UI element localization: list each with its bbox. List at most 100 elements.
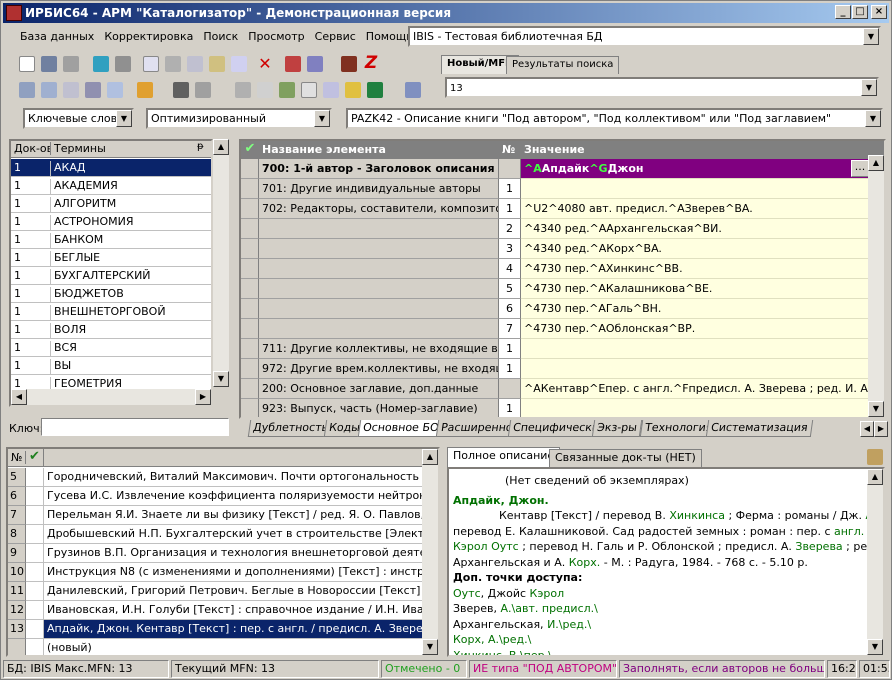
menu-service[interactable]: Сервис [310, 26, 361, 48]
record-row[interactable]: 5 Городничевский, Виталий Максимович. Поч… [8, 468, 422, 487]
record-checkbox[interactable] [26, 468, 44, 487]
field-value[interactable]: ^4730 пер.^AОблонская^BР. [521, 319, 869, 339]
tab-2[interactable]: Основное БО [357, 420, 444, 437]
terms-row[interactable]: 1 АКАД [11, 159, 211, 177]
terms-row[interactable]: 1 БЕГЛЫЕ [11, 249, 211, 267]
record-checkbox[interactable] [26, 601, 44, 620]
field-value[interactable]: ^4730 пер.^AХинкинс^BВ. [521, 259, 869, 279]
arrow-right-icon[interactable] [115, 56, 131, 72]
field-row-gutter[interactable] [241, 179, 259, 199]
worksheet-select[interactable]: PAZK42 - Описание книги "Под автором", "… [346, 108, 883, 129]
field-value[interactable]: ^AАпдайк^GДжон [521, 159, 869, 179]
field-value[interactable] [521, 179, 869, 199]
field-value[interactable] [521, 399, 869, 417]
terms-row[interactable]: 1 БЮДЖЕТОВ [11, 285, 211, 303]
pages-icon[interactable] [257, 82, 273, 98]
records-header-num[interactable]: № [8, 451, 26, 464]
record-checkbox[interactable] [26, 487, 44, 506]
field-row[interactable]: 7 ^4730 пер.^AОблонская^BР. [241, 319, 884, 339]
field-value[interactable]: ^4340 ред.^AАрхангельская^BИ. [521, 219, 869, 239]
field-row[interactable]: 701: Другие индивидуальные авторы 1 [241, 179, 884, 199]
field-row-gutter[interactable] [241, 159, 259, 179]
tab-linked-docs[interactable]: Связанные док-ты (НЕТ) [549, 449, 702, 467]
fields-vscroll[interactable]: ▲ ▼ [868, 155, 884, 417]
record-row[interactable]: 8 Дробышевский Н.П. Бухгалтерский учет в … [8, 525, 422, 544]
linked-term[interactable]: Кэрол [530, 587, 565, 600]
linked-term[interactable]: Кэрол Оутс [453, 540, 519, 553]
arrow-down-icon[interactable]: ▼ [868, 401, 884, 417]
arrow-left-icon[interactable]: ◀ [11, 389, 27, 405]
record-row[interactable]: 6 Гусева И.С. Извлечение коэффициента пол… [8, 487, 422, 506]
record-checkbox[interactable] [26, 525, 44, 544]
terms-row[interactable]: 1 ВЫ [11, 357, 211, 375]
chevron-down-icon[interactable]: ▼ [863, 28, 879, 45]
tab-7[interactable]: Систематизация [705, 420, 813, 437]
chevron-down-icon[interactable]: ▼ [314, 110, 330, 127]
terms-hscroll[interactable]: ◀ ▶ [11, 389, 211, 405]
record-checkbox[interactable] [26, 563, 44, 582]
key-input[interactable] [41, 418, 229, 436]
fields-header-value[interactable]: Значение [521, 143, 821, 156]
new-doc-icon[interactable] [19, 56, 35, 72]
optimization-select[interactable]: Оптимизированный ▼ [146, 108, 332, 129]
field-value[interactable]: ^4730 пер.^AКалашникова^BЕ. [521, 279, 869, 299]
field-row[interactable]: 700: 1-й автор - Заголовок описания ^AАпд… [241, 159, 884, 179]
maximize-button[interactable]: □ [852, 5, 868, 19]
comment-icon[interactable] [19, 82, 35, 98]
field-value[interactable]: ^4340 ред.^AКорх^BA. [521, 239, 869, 259]
field-row[interactable]: 5 ^4730 пер.^AКалашникова^BЕ. [241, 279, 884, 299]
terms-row[interactable]: 1 БУХГАЛТЕРСКИЙ [11, 267, 211, 285]
copy-icon[interactable] [143, 56, 159, 72]
arrow-down-icon[interactable]: ▼ [213, 371, 229, 387]
record-row[interactable]: 12 Ивановская, И.Н. Голуби [Текст] : спра… [8, 601, 422, 620]
find-icon[interactable] [85, 82, 101, 98]
menu-view[interactable]: Просмотр [243, 26, 309, 48]
terms-header-term[interactable]: Термины [51, 142, 201, 155]
chevron-down-icon[interactable]: ▼ [116, 110, 132, 127]
list-icon[interactable] [209, 56, 225, 72]
menu-edit[interactable]: Корректировка [99, 26, 198, 48]
linked-term[interactable]: Оутс [453, 587, 481, 600]
field-row-gutter[interactable] [241, 339, 259, 359]
field-row[interactable]: 200: Основное заглавие, доп.данные ^AКент… [241, 379, 884, 399]
linked-term[interactable]: Хинкинса [669, 509, 725, 522]
record-row[interactable]: 9 Грузинов В.П. Организация и технология … [8, 544, 422, 563]
field-row-gutter[interactable] [241, 399, 259, 417]
tab-5[interactable]: Экз-ры [591, 420, 643, 437]
record-row[interactable]: (новый) [8, 639, 422, 655]
field-row[interactable]: 6 ^4730 пер.^AГаль^BН. [241, 299, 884, 319]
terms-row[interactable]: 1 ВСЯ [11, 339, 211, 357]
arrow-up-icon[interactable]: ▲ [868, 155, 884, 171]
tab-0[interactable]: Дублетность [247, 420, 334, 437]
menu-search[interactable]: Поиск [198, 26, 243, 48]
close-button[interactable]: × [871, 5, 887, 19]
record-row[interactable]: 7 Перельман Я.И. Знаете ли вы физику [Тек… [8, 506, 422, 525]
record-checkbox[interactable] [26, 639, 44, 655]
mfn-input[interactable]: 13 ▼ [445, 77, 879, 98]
edit-icon[interactable] [231, 56, 247, 72]
table-icon[interactable] [165, 56, 181, 72]
arrow-up-icon[interactable]: ▲ [422, 449, 438, 465]
record-checkbox[interactable] [26, 506, 44, 525]
linked-term[interactable]: Корх, А.\ред.\ [453, 633, 531, 646]
report-icon[interactable] [323, 82, 339, 98]
chevron-down-icon[interactable]: ▼ [865, 110, 881, 127]
import-icon[interactable] [285, 56, 301, 72]
field-row-gutter[interactable] [241, 359, 259, 379]
tab-search-results[interactable]: Результаты поиска [506, 56, 620, 74]
terms-row[interactable]: 1 ВНЕШНЕТОРГОВОЙ [11, 303, 211, 321]
field-row[interactable]: 923: Выпуск, часть (Номер-заглавие) 1 [241, 399, 884, 417]
field-row[interactable]: 711: Другие коллективы, не входящие в за… [241, 339, 884, 359]
terms-row[interactable]: 1 БАНКОМ [11, 231, 211, 249]
field-row-gutter[interactable] [241, 259, 259, 279]
arrow-right-icon[interactable]: ▶ [874, 421, 888, 437]
record-checkbox[interactable] [26, 620, 44, 639]
field-row[interactable]: 972: Другие врем.коллективы, не входящие… [241, 359, 884, 379]
field-row[interactable]: 702: Редакторы, составители, композиторы… [241, 199, 884, 219]
delete-icon[interactable]: ✕ [257, 54, 273, 73]
mail-icon[interactable] [63, 82, 79, 98]
terms-header-count[interactable]: Док-ов [11, 142, 51, 155]
z3950-icon[interactable]: Z [363, 53, 379, 73]
checkmark-icon[interactable]: ✔ [241, 141, 259, 159]
arrow-up-icon[interactable]: ▲ [867, 469, 883, 485]
